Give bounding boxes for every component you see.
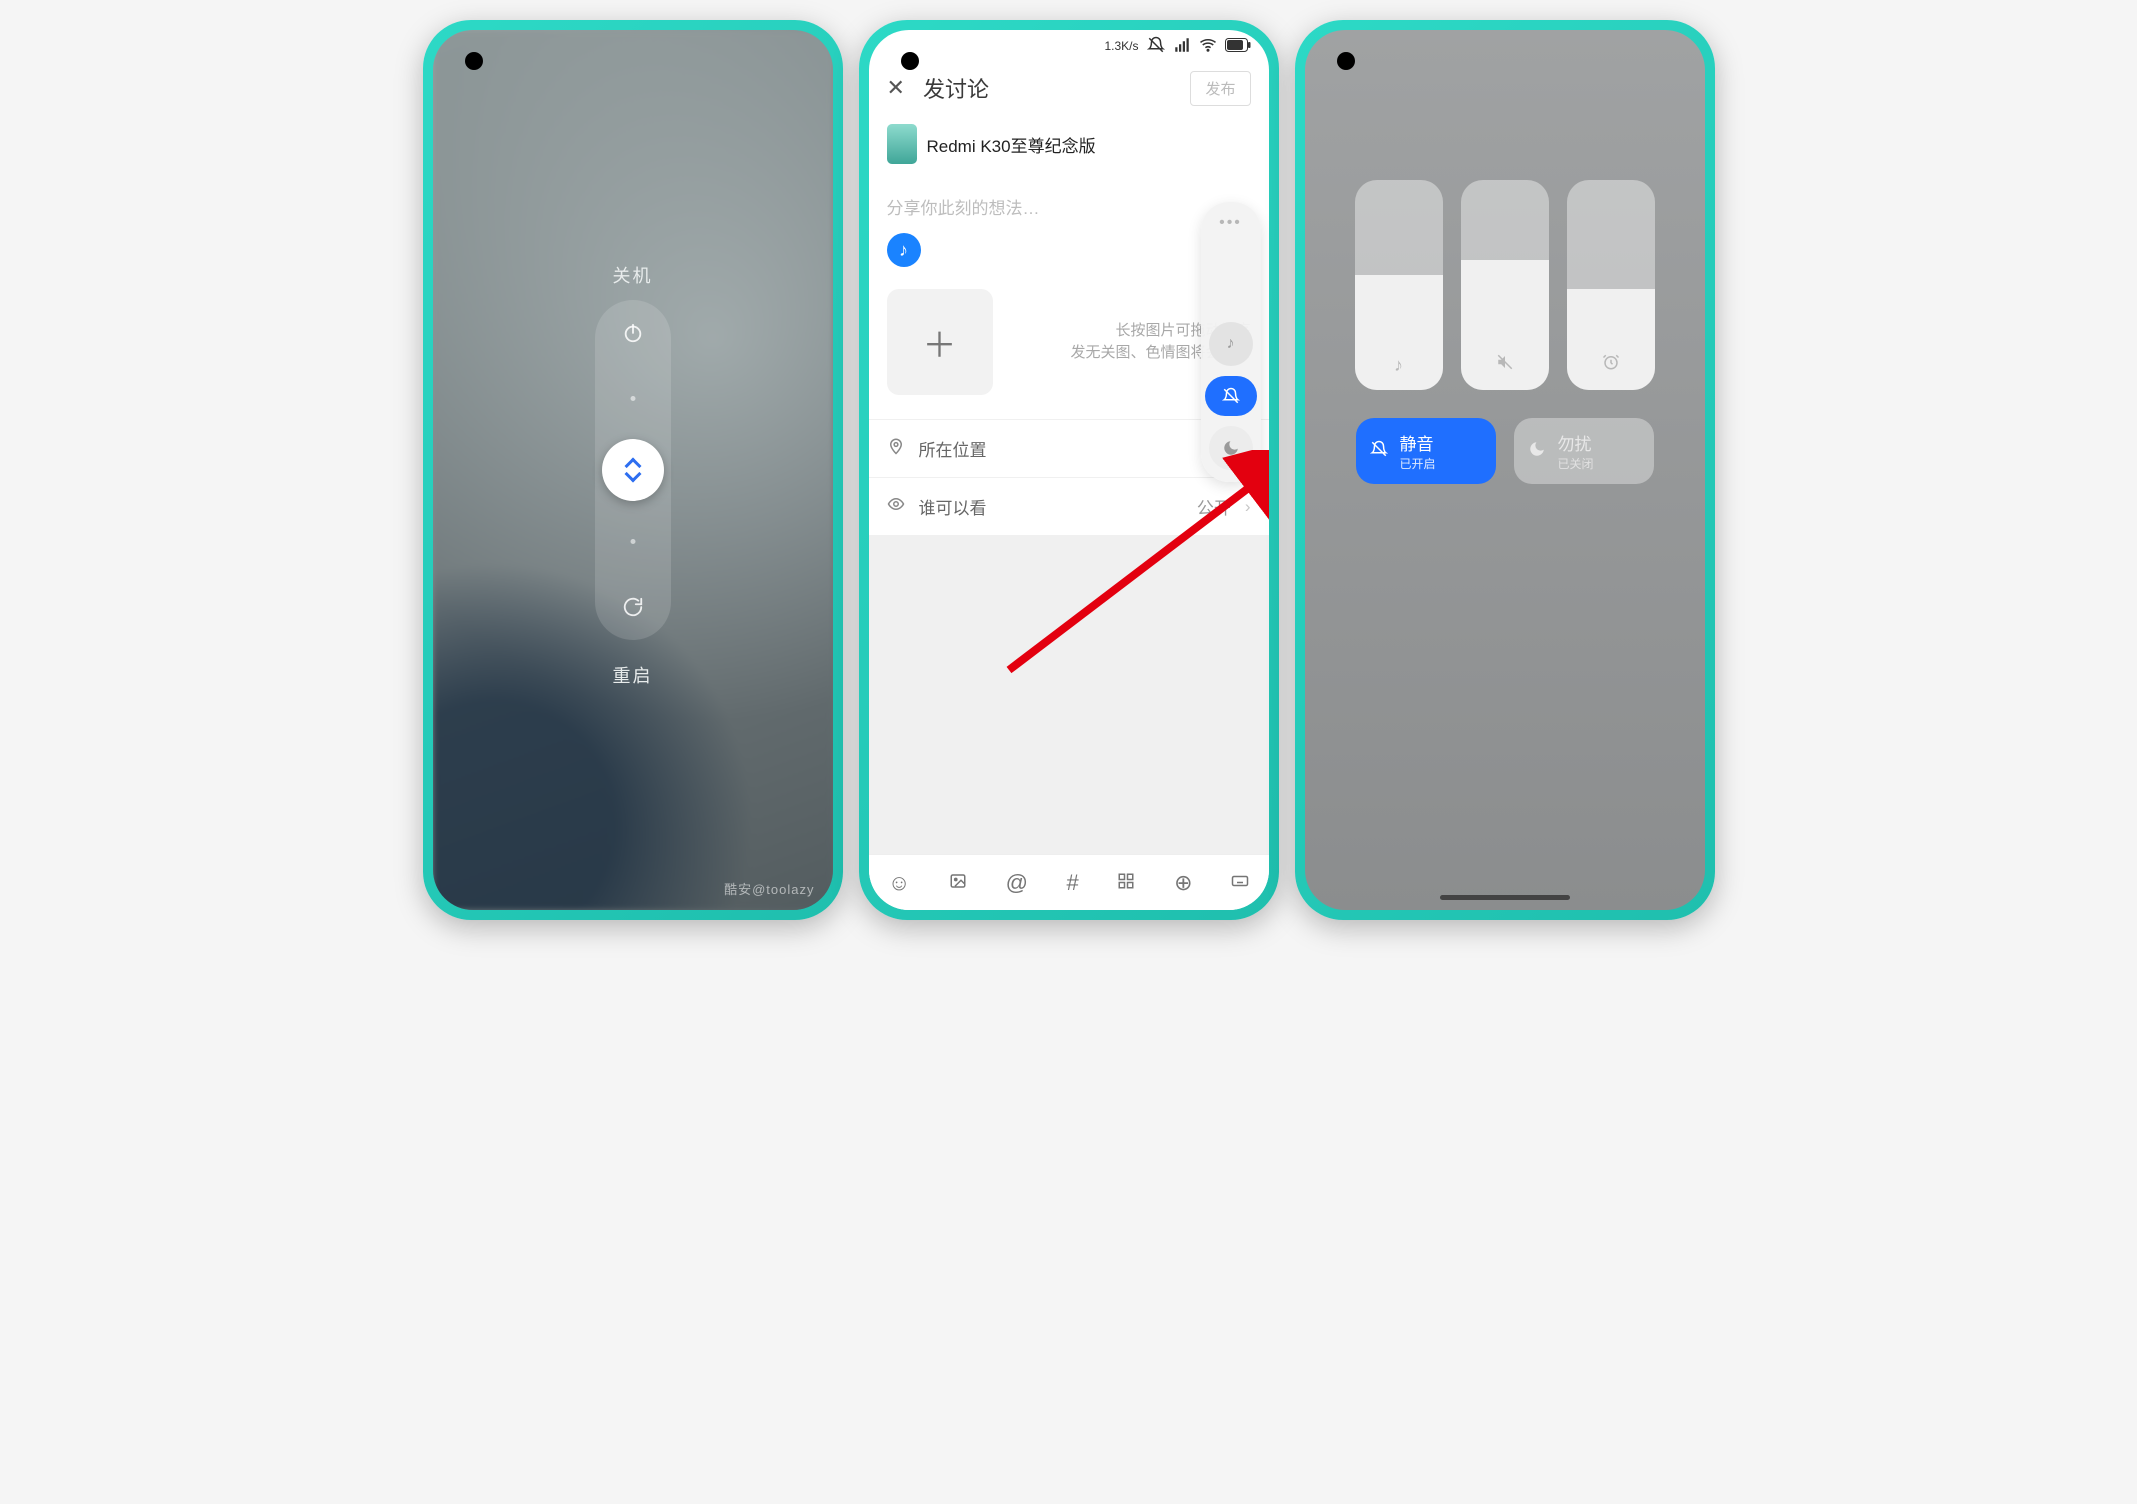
phone-frame-volume-panel: ♪ 静音 已开启 <box>1295 20 1715 920</box>
restart-label: 重启 <box>613 662 653 688</box>
add-icon[interactable]: ⊕ <box>1174 870 1192 896</box>
battery-icon <box>1225 38 1251 55</box>
dnd-status: 已关闭 <box>1558 455 1594 472</box>
sound-mode-toggles: 静音 已开启 勿扰 已关闭 <box>1356 418 1654 484</box>
mute-toggle[interactable] <box>1205 376 1257 416</box>
device-name: Redmi K30至尊纪念版 <box>927 132 1096 157</box>
device-tag[interactable]: Redmi K30至尊纪念版 <box>869 114 1269 168</box>
phone-frame-post-editor: 1.3K/s ✕ 发讨论 发布 Redmi K30至尊纪念版 分享你此刻的想法… <box>859 20 1279 920</box>
more-icon[interactable]: ••• <box>1219 214 1242 232</box>
moon-icon <box>1528 440 1546 463</box>
camera-punchhole <box>465 52 483 70</box>
screen-post-editor: 1.3K/s ✕ 发讨论 发布 Redmi K30至尊纪念版 分享你此刻的想法… <box>869 30 1269 910</box>
visibility-icon <box>887 495 905 518</box>
page-title: 发讨论 <box>923 72 1173 104</box>
power-slider-track[interactable] <box>595 300 671 640</box>
editor-toolbar: ☺ @ # ⊕ <box>869 854 1269 910</box>
gesture-nav-bar[interactable] <box>1440 895 1570 900</box>
restart-icon[interactable] <box>616 590 650 624</box>
device-thumbnail <box>887 124 917 164</box>
mute-icon <box>1496 353 1514 376</box>
empty-area <box>869 535 1269 854</box>
media-volume-slider[interactable]: ♪ <box>1355 180 1443 390</box>
image-icon[interactable] <box>949 870 967 896</box>
ring-volume-slider[interactable] <box>1461 180 1549 390</box>
hashtag-icon[interactable]: # <box>1067 870 1079 896</box>
dot-indicator <box>630 396 635 401</box>
power-off-icon[interactable] <box>616 316 650 350</box>
music-attachment-icon[interactable]: ♪ <box>887 233 921 267</box>
visibility-value: 公开 <box>1197 494 1231 519</box>
camera-punchhole <box>1337 52 1355 70</box>
visibility-label: 谁可以看 <box>919 494 987 519</box>
publish-button[interactable]: 发布 <box>1190 71 1250 106</box>
phone-frame-power-menu: 关机 重启 酷安@toolazy <box>423 20 843 920</box>
keyboard-icon[interactable] <box>1231 870 1249 896</box>
music-icon: ♪ <box>1394 355 1403 376</box>
power-off-label: 关机 <box>613 262 653 288</box>
mute-title: 静音 <box>1400 430 1436 455</box>
dot-indicator <box>630 539 635 544</box>
volume-sliders: ♪ <box>1355 180 1655 390</box>
dnd-toggle[interactable] <box>1209 426 1253 470</box>
alarm-volume-slider[interactable] <box>1567 180 1655 390</box>
screen-volume-panel: ♪ 静音 已开启 <box>1305 30 1705 910</box>
camera-punchhole <box>901 52 919 70</box>
dnd-title: 勿扰 <box>1558 430 1594 455</box>
mute-status: 已开启 <box>1400 455 1436 472</box>
status-bar: 1.3K/s <box>869 30 1269 62</box>
mute-mode-toggle[interactable]: 静音 已开启 <box>1356 418 1496 484</box>
add-image-button[interactable]: ＋ <box>887 289 993 395</box>
dnd-mode-toggle[interactable]: 勿扰 已关闭 <box>1514 418 1654 484</box>
wifi-icon <box>1199 36 1217 57</box>
mute-icon <box>1370 440 1388 463</box>
mention-icon[interactable]: @ <box>1006 870 1028 896</box>
location-icon <box>887 437 905 460</box>
watermark: 酷安@toolazy <box>724 879 814 898</box>
slider-handle[interactable] <box>602 439 664 501</box>
media-volume-icon[interactable]: ♪ <box>1209 322 1253 366</box>
signal-icon <box>1173 36 1191 57</box>
location-label: 所在位置 <box>919 436 987 461</box>
chevron-right-icon: › <box>1245 497 1251 517</box>
volume-overlay[interactable]: ••• ♪ <box>1201 202 1261 482</box>
screen-power-menu: 关机 重启 酷安@toolazy <box>433 30 833 910</box>
dnd-icon <box>1147 36 1165 57</box>
emoji-icon[interactable]: ☺ <box>888 870 910 896</box>
close-icon[interactable]: ✕ <box>887 75 905 101</box>
alarm-icon <box>1602 353 1620 376</box>
network-speed: 1.3K/s <box>1104 39 1138 53</box>
visibility-row[interactable]: 谁可以看 公开 › <box>869 477 1269 535</box>
apps-icon[interactable] <box>1117 870 1135 896</box>
editor-header: ✕ 发讨论 发布 <box>869 62 1269 114</box>
